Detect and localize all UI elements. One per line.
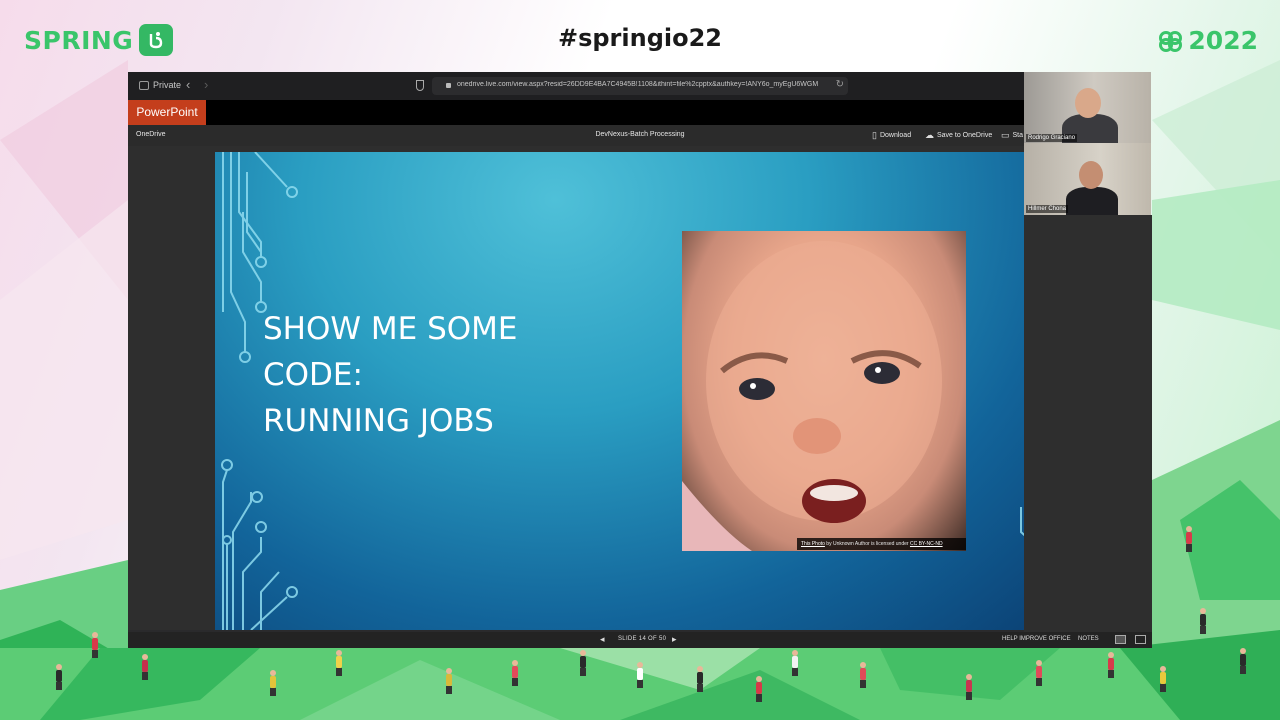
license-link[interactable]: CC BY-NC-ND bbox=[910, 541, 943, 547]
crowd-figure bbox=[637, 662, 643, 688]
crowd-figure bbox=[142, 654, 148, 680]
slide-title: Show me some code: Running jobs bbox=[263, 306, 643, 444]
participant-name: Rodrigo Graciano bbox=[1026, 134, 1078, 142]
crowd-figure bbox=[1240, 648, 1246, 674]
sidebar-toggle-icon[interactable] bbox=[139, 81, 149, 90]
previous-slide-icon[interactable]: ◂ bbox=[600, 634, 605, 645]
side-panel bbox=[1024, 215, 1152, 632]
angry-baby-photo bbox=[682, 231, 966, 551]
slide[interactable]: Show me some code: Running jobs This Pho… bbox=[215, 152, 1065, 630]
crowd-figure bbox=[580, 650, 586, 676]
download-icon: ▯ bbox=[872, 130, 877, 140]
crowd-figure bbox=[966, 674, 972, 700]
slide-title-line: code: bbox=[263, 357, 363, 393]
document-toolbar: OneDrive DevNexus-Batch Processing ▯ Dow… bbox=[128, 125, 1024, 146]
lock-icon bbox=[446, 83, 451, 88]
crowd-figure bbox=[92, 632, 98, 658]
year-text: 2022 bbox=[1188, 26, 1258, 55]
reading-view-icon[interactable] bbox=[1135, 635, 1146, 644]
notes-button[interactable]: NOTES bbox=[1078, 636, 1099, 642]
cloud-icon: ☁ bbox=[925, 130, 934, 140]
crowd-figure bbox=[1186, 526, 1192, 552]
conference-hashtag: #springio22 bbox=[557, 24, 722, 52]
private-label: Private bbox=[153, 80, 182, 90]
download-button[interactable]: ▯ Download bbox=[872, 130, 911, 141]
crowd-figure bbox=[56, 664, 62, 690]
start-label: Sta bbox=[1012, 132, 1024, 139]
crowd-figure bbox=[336, 650, 342, 676]
save-to-onedrive-button[interactable]: ☁ Save to OneDrive bbox=[925, 130, 992, 141]
crowd-figure bbox=[446, 668, 452, 694]
powerpoint-app-label[interactable]: PowerPoint bbox=[128, 100, 206, 125]
normal-view-icon[interactable] bbox=[1115, 635, 1126, 644]
speaker-face bbox=[1075, 88, 1101, 118]
crowd-figure bbox=[270, 670, 276, 696]
photo-link[interactable]: This Photo bbox=[801, 541, 825, 547]
download-label: Download bbox=[879, 132, 912, 139]
photo-credit-text: by Unknown Author is licensed under bbox=[824, 541, 910, 547]
crowd-figure bbox=[792, 650, 798, 676]
year-logo: 2022 bbox=[1158, 26, 1258, 55]
crowd-figure bbox=[860, 662, 866, 688]
speaker-face bbox=[1079, 161, 1103, 189]
save-label: Save to OneDrive bbox=[937, 132, 993, 139]
address-bar[interactable]: onedrive.live.com/view.aspx?resid=26DD9E… bbox=[432, 77, 848, 95]
crowd-figure bbox=[1108, 652, 1114, 678]
slide-title-line: Running jobs bbox=[263, 403, 494, 439]
crowd-figure bbox=[512, 660, 518, 686]
back-arrow-icon[interactable]: ‹ bbox=[186, 77, 190, 92]
crowd-figure bbox=[697, 666, 703, 692]
start-slideshow-button[interactable]: ▭ Sta bbox=[1001, 130, 1023, 141]
help-improve-office-link[interactable]: HELP IMPROVE OFFICE bbox=[1002, 636, 1071, 642]
webcam-tile: Hillmer Chona bbox=[1024, 143, 1151, 215]
reload-icon[interactable]: ↻ bbox=[836, 79, 844, 90]
slide-title-line: Show me some bbox=[263, 311, 518, 347]
clover-icon bbox=[1159, 30, 1183, 52]
status-bar: ◂ SLIDE 14 OF 50 ▸ HELP IMPROVE OFFICE N… bbox=[128, 632, 1152, 648]
app-header: PowerPoint bbox=[128, 100, 1024, 125]
crowd-figure bbox=[756, 676, 762, 702]
url-text: onedrive.live.com/view.aspx?resid=26DD9E… bbox=[457, 81, 819, 88]
browser-toolbar: Private ‹ › onedrive.live.com/view.aspx?… bbox=[128, 72, 1024, 100]
forward-arrow-icon[interactable]: › bbox=[204, 77, 208, 92]
next-slide-icon[interactable]: ▸ bbox=[672, 634, 677, 645]
photo-credit: This Photo by Unknown Author is licensed… bbox=[797, 538, 966, 550]
slide-counter: SLIDE 14 OF 50 bbox=[618, 636, 667, 642]
webcam-tile: Rodrigo Graciano bbox=[1024, 72, 1151, 144]
slideshow-icon: ▭ bbox=[1001, 130, 1010, 140]
speaker-body bbox=[1066, 187, 1118, 215]
document-title: DevNexus-Batch Processing bbox=[595, 131, 685, 138]
shield-icon[interactable] bbox=[416, 80, 424, 91]
crowd-figure bbox=[1160, 666, 1166, 692]
onedrive-breadcrumb[interactable]: OneDrive bbox=[136, 131, 166, 138]
participant-name: Hillmer Chona bbox=[1026, 205, 1069, 213]
crowd-figure bbox=[1200, 608, 1206, 634]
crowd-figure bbox=[1036, 660, 1042, 686]
